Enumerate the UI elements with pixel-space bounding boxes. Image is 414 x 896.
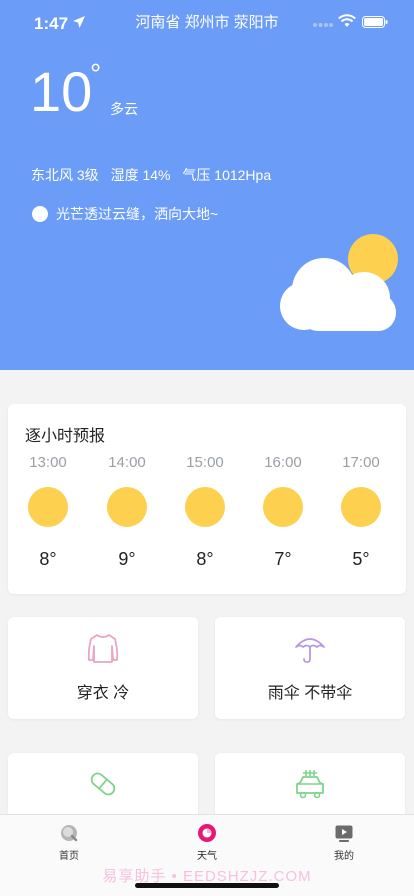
weather-condition: 多云	[110, 101, 138, 117]
tip-dot-icon	[32, 206, 48, 222]
hour-temperature: 5°	[352, 549, 370, 569]
tab-profile-label: 我的	[334, 851, 354, 862]
wind-info: 东北风 3级	[31, 167, 99, 183]
pressure-info: 气压 1012Hpa	[182, 167, 272, 183]
weather-metrics: 东北风 3级 湿度 14% 气压 1012Hpa	[31, 165, 279, 185]
tab-weather[interactable]: 天气	[177, 823, 237, 862]
sun-icon	[107, 487, 147, 527]
hourly-item: 15:00 8°	[175, 454, 235, 570]
hour-temperature: 8°	[196, 549, 214, 569]
partly-cloudy-icon	[280, 234, 398, 331]
clothing-suggestion-label: 穿衣 冷	[76, 685, 130, 702]
current-temperature: 10	[30, 60, 93, 123]
sun-icon	[185, 487, 225, 527]
weather-tip: 光芒透过云缝，洒向大地~	[32, 204, 218, 224]
hourly-item: 16:00 7°	[253, 454, 313, 570]
tab-weather-label: 天气	[197, 851, 217, 862]
clothing-suggestion-card[interactable]: 穿衣 冷	[8, 617, 198, 719]
sun-icon	[341, 487, 381, 527]
status-bar: 1:47 河南省 郑州市 荥阳市	[0, 0, 414, 44]
cellular-signal-icon	[313, 23, 333, 27]
hourly-forecast-card: 逐小时预报 13:00 8° 14:00 9° 15:00 8° 16:00 7…	[8, 404, 406, 594]
profile-icon	[335, 825, 353, 842]
weather-icon	[198, 824, 216, 842]
umbrella-suggestion-label: 雨伞 不带伞	[267, 685, 353, 702]
home-icon	[61, 825, 78, 842]
hourly-item: 14:00 9°	[97, 454, 157, 570]
hour-temperature: 7°	[274, 549, 292, 569]
pill-icon	[90, 772, 116, 796]
battery-icon	[362, 16, 388, 28]
tab-bar: 首页 天气 我的 易享助手 • EEDSHZJZ.COM	[0, 814, 414, 896]
wifi-icon	[338, 14, 356, 27]
hour-time: 15:00	[186, 454, 224, 471]
hour-temperature: 8°	[39, 549, 57, 569]
umbrella-icon	[295, 638, 325, 663]
hourly-item: 13:00 8°	[18, 454, 78, 570]
hour-time: 14:00	[108, 454, 146, 471]
sun-icon	[263, 487, 303, 527]
clothes-icon	[87, 634, 119, 663]
hour-time: 17:00	[342, 454, 380, 471]
tab-home-label: 首页	[59, 851, 79, 862]
tip-text: 光芒透过云缝，洒向大地~	[56, 206, 219, 222]
tab-profile[interactable]: 我的	[314, 823, 374, 862]
hour-temperature: 9°	[118, 549, 136, 569]
tab-home[interactable]: 首页	[39, 823, 99, 862]
weather-hero: 1:47 河南省 郑州市 荥阳市 10 ° 多云 东北风 3级 湿度 14% 气…	[0, 0, 414, 370]
car-wash-icon	[296, 770, 324, 799]
sun-icon	[28, 487, 68, 527]
hourly-forecast-title: 逐小时预报	[25, 428, 106, 445]
hour-time: 13:00	[29, 454, 67, 471]
humidity-info: 湿度 14%	[110, 167, 171, 183]
hourly-item: 17:00 5°	[331, 454, 391, 570]
home-indicator[interactable]	[135, 883, 279, 888]
umbrella-suggestion-card[interactable]: 雨伞 不带伞	[215, 617, 405, 719]
degree-symbol: °	[90, 58, 102, 89]
hour-time: 16:00	[264, 454, 302, 471]
